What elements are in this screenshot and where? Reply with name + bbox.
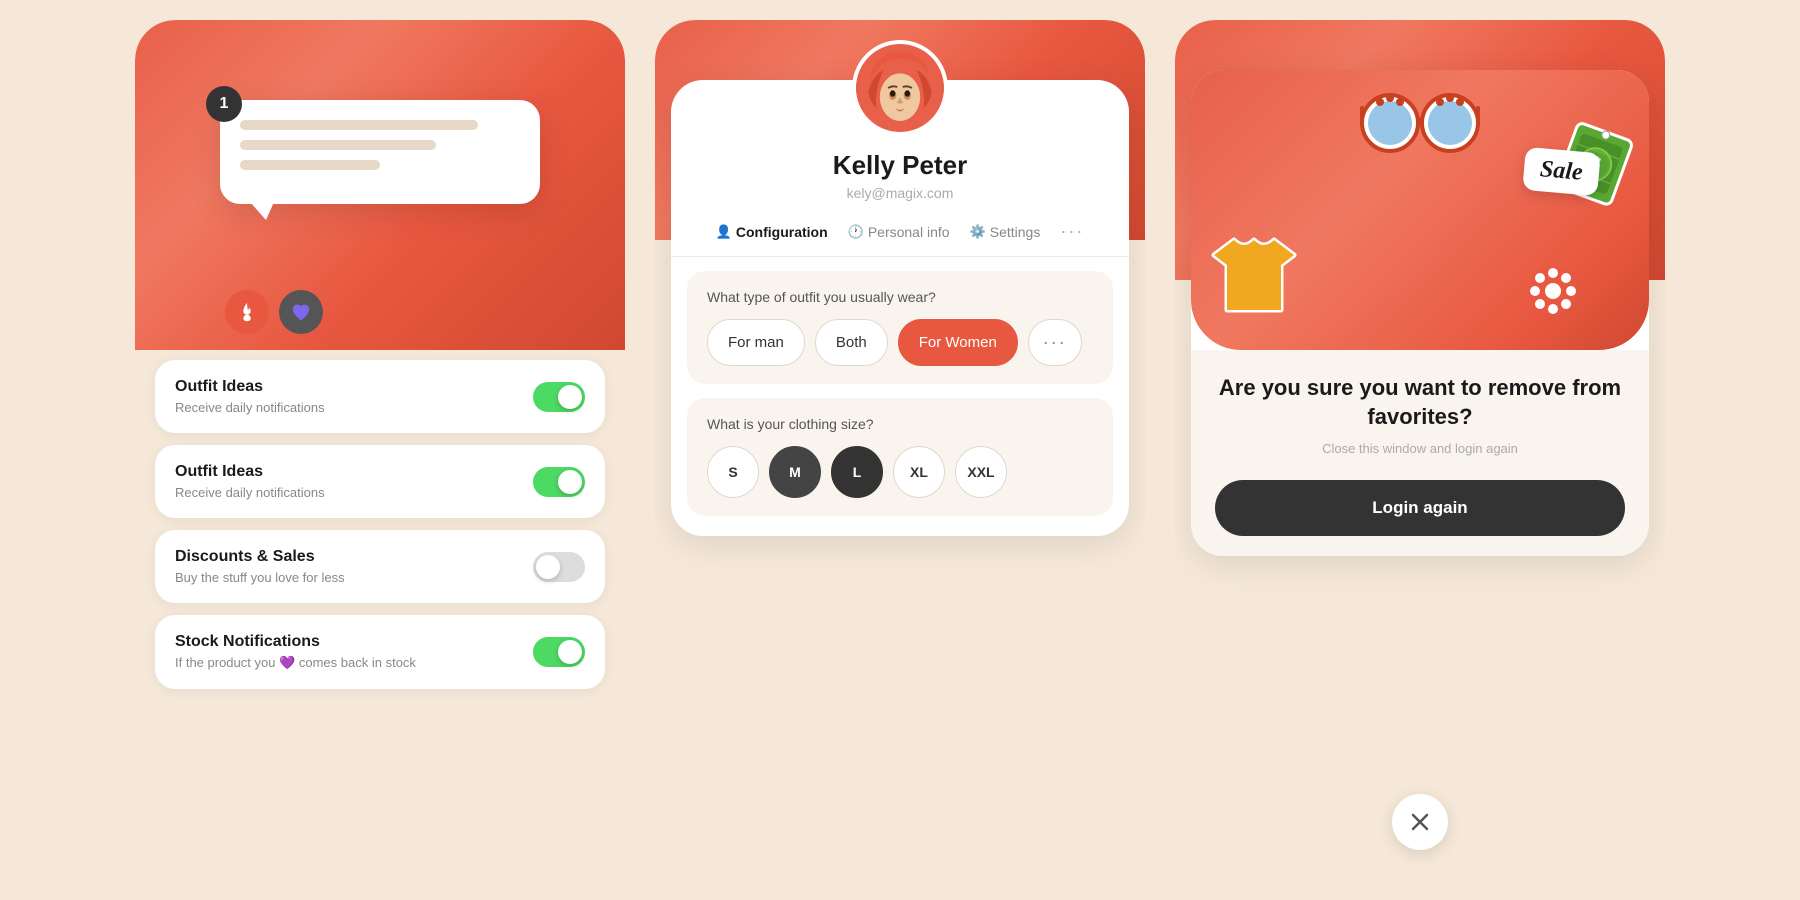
profile-tabs: 👤 Configuration 🕐 Personal info ⚙️ Setti… (671, 221, 1129, 257)
list-item: Outfit Ideas Receive daily notifications (155, 445, 605, 518)
shirt-svg (1209, 235, 1299, 315)
close-button[interactable] (1392, 794, 1448, 850)
remove-subtitle: Close this window and login again (1215, 441, 1625, 456)
outfit-btn-both[interactable]: Both (815, 319, 888, 366)
notif-title: Outfit Ideas (175, 378, 325, 396)
toggle-knob (536, 555, 560, 579)
size-options: S M L XL XXL (707, 446, 1093, 498)
notif-line-1 (240, 120, 478, 130)
notif-subtitle: Receive daily notifications (175, 485, 325, 500)
remove-card-content: Are you sure you want to remove from fav… (1191, 350, 1649, 556)
remove-title: Are you sure you want to remove from fav… (1215, 374, 1625, 431)
notification-items-list: Outfit Ideas Receive daily notifications… (135, 360, 625, 689)
app-container: 1 Outfit Ideas (0, 0, 1800, 900)
close-icon (1409, 811, 1431, 833)
toggle-knob (558, 470, 582, 494)
notif-subtitle: If the product you 💜 comes back in stock (175, 655, 416, 671)
stickers-container: $ (1191, 70, 1649, 350)
size-m[interactable]: M (769, 446, 821, 498)
remove-card-illustration: $ (1191, 70, 1649, 350)
outfit-type-block: What type of outfit you usually wear? Fo… (687, 271, 1113, 384)
size-l[interactable]: L (831, 446, 883, 498)
notif-subtitle: Receive daily notifications (175, 400, 325, 415)
notif-item-text: Outfit Ideas Receive daily notifications (175, 378, 325, 415)
clothing-size-block: What is your clothing size? S M L XL XXL (687, 398, 1113, 516)
avatar-image (856, 44, 944, 132)
fire-icon-button[interactable] (225, 290, 269, 334)
notif-item-text: Discounts & Sales Buy the stuff you love… (175, 548, 345, 585)
toggle-discounts[interactable] (533, 552, 585, 582)
avatar-wrapper (671, 40, 1129, 136)
icon-buttons-row (225, 290, 323, 334)
list-item: Discounts & Sales Buy the stuff you love… (155, 530, 605, 603)
settings-icon: ⚙️ (970, 224, 986, 240)
personal-info-icon: 🕐 (848, 224, 864, 240)
profile-name: Kelly Peter (671, 150, 1129, 181)
toggle-outfit-ideas-2[interactable] (533, 467, 585, 497)
notif-title: Stock Notifications (175, 633, 416, 651)
notif-title: Outfit Ideas (175, 463, 325, 481)
list-item: Stock Notifications If the product you 💜… (155, 615, 605, 689)
tab-personal-info[interactable]: 🕐 Personal info (848, 224, 950, 240)
toggle-knob (558, 640, 582, 664)
size-question: What is your clothing size? (707, 416, 1093, 432)
heart-icon-button[interactable] (279, 290, 323, 334)
outfit-question: What type of outfit you usually wear? (707, 289, 1093, 305)
tab-label: Personal info (868, 224, 950, 240)
size-xxl[interactable]: XXL (955, 446, 1007, 498)
flower-sticker (1527, 265, 1579, 322)
outfit-more-options[interactable]: ··· (1028, 319, 1082, 366)
size-xl[interactable]: XL (893, 446, 945, 498)
shirt-sticker (1209, 235, 1299, 320)
notification-badge: 1 (206, 86, 242, 122)
close-button-container (1392, 794, 1448, 850)
size-s[interactable]: S (707, 446, 759, 498)
configuration-icon: 👤 (716, 224, 732, 240)
notif-line-2 (240, 140, 436, 150)
remove-favorites-screen: $ (1175, 20, 1665, 880)
notif-line-3 (240, 160, 380, 170)
login-again-button[interactable]: Login again (1215, 480, 1625, 536)
toggle-outfit-ideas-1[interactable] (533, 382, 585, 412)
profile-screen: Kelly Peter kely@magix.com 👤 Configurati… (655, 20, 1145, 880)
flower-svg (1527, 265, 1579, 317)
sale-badge: Sale (1523, 147, 1601, 196)
profile-email: kely@magix.com (671, 185, 1129, 201)
tab-label: Configuration (736, 224, 828, 240)
notif-title: Discounts & Sales (175, 548, 345, 566)
tab-settings[interactable]: ⚙️ Settings (970, 224, 1041, 240)
outfit-btn-for-women[interactable]: For Women (898, 319, 1018, 366)
outfit-options: For man Both For Women ··· (707, 319, 1093, 366)
outfit-btn-for-man[interactable]: For man (707, 319, 805, 366)
glasses-svg (1355, 88, 1485, 158)
list-item: Outfit Ideas Receive daily notifications (155, 360, 605, 433)
tab-configuration[interactable]: 👤 Configuration (716, 224, 828, 240)
profile-card: Kelly Peter kely@magix.com 👤 Configurati… (671, 80, 1129, 536)
remove-card: $ (1191, 70, 1649, 556)
toggle-stock[interactable] (533, 637, 585, 667)
avatar (852, 40, 948, 136)
notification-preview-card: 1 (220, 100, 540, 204)
notifications-screen: 1 Outfit Ideas (135, 20, 625, 880)
toggle-knob (558, 385, 582, 409)
more-options-dots[interactable]: ··· (1060, 221, 1084, 242)
config-section: What type of outfit you usually wear? Fo… (671, 271, 1129, 516)
notif-item-text: Outfit Ideas Receive daily notifications (175, 463, 325, 500)
sale-text: Sale (1539, 156, 1584, 186)
glasses-sticker (1355, 88, 1485, 163)
tab-label: Settings (990, 224, 1041, 240)
notif-subtitle: Buy the stuff you love for less (175, 570, 345, 585)
notif-item-text: Stock Notifications If the product you 💜… (175, 633, 416, 671)
